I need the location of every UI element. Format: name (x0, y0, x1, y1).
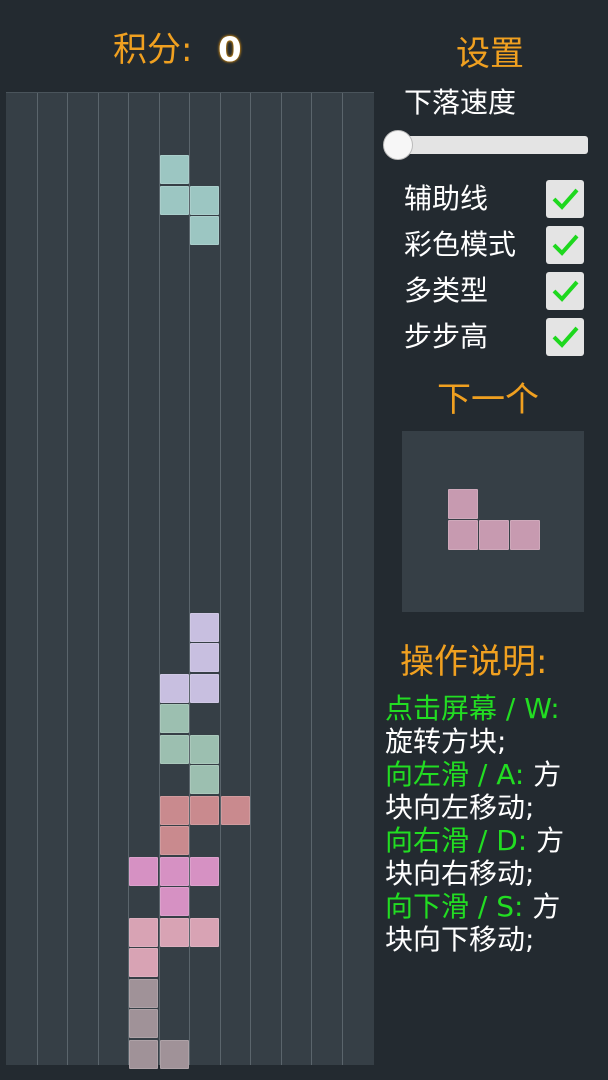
help-text: 块向右移动; (385, 857, 535, 890)
speed-slider-thumb[interactable] (383, 130, 413, 160)
stacked-block (190, 643, 219, 672)
stacked-block (129, 857, 158, 886)
checkmark-icon (552, 280, 579, 302)
stacked-block (129, 979, 158, 1008)
stacked-block (160, 887, 189, 916)
stacked-block (160, 735, 189, 764)
stacked-block (190, 674, 219, 703)
score-label: 积分: (113, 30, 193, 70)
score-value: 0 (218, 30, 242, 70)
next-piece-block (448, 489, 478, 519)
option-step-up-label: 步步高 (404, 320, 489, 353)
option-multi-type-checkbox[interactable] (546, 272, 584, 310)
next-piece-block (479, 520, 509, 550)
help-key: 向左滑 / A: (385, 758, 525, 791)
stacked-block (160, 918, 189, 947)
option-guide-lines-checkbox[interactable] (546, 180, 584, 218)
guide-line (98, 93, 99, 1065)
checkmark-icon (552, 188, 579, 210)
help-text: 块向下移动; (385, 923, 535, 956)
stacked-block (160, 1040, 189, 1069)
option-color-mode-checkbox[interactable] (546, 226, 584, 264)
next-piece-title: 下一个 (437, 380, 539, 420)
stacked-block (190, 765, 219, 794)
checkmark-icon (552, 326, 579, 348)
next-piece-block (448, 520, 478, 550)
checkmark-icon (552, 234, 579, 256)
speed-slider[interactable] (398, 136, 588, 154)
stacked-block (160, 674, 189, 703)
help-line: 向下滑 / S: 方 (385, 890, 600, 923)
help-key: 向下滑 / S: (385, 890, 524, 923)
stacked-block (221, 796, 250, 825)
guide-line (220, 93, 221, 1065)
stacked-block (190, 857, 219, 886)
stacked-block (190, 735, 219, 764)
guide-line (281, 93, 282, 1065)
stacked-block (190, 918, 219, 947)
game-board[interactable] (6, 92, 374, 1069)
stacked-block (129, 1009, 158, 1038)
stacked-block (160, 857, 189, 886)
settings-title: 设置 (456, 34, 524, 74)
help-text: 方 (523, 890, 561, 923)
help-text: 块向左移动; (385, 791, 535, 824)
falling-block (190, 216, 219, 245)
stacked-block (129, 918, 158, 947)
help-text: 旋转方块; (385, 725, 507, 758)
help-line: 点击屏幕 / W: (385, 692, 600, 725)
stacked-block (129, 948, 158, 977)
guide-line (67, 93, 68, 1065)
help-title: 操作说明: (400, 642, 548, 682)
falling-block (190, 186, 219, 215)
help-key: 向右滑 / D: (385, 824, 528, 857)
falling-block (160, 155, 189, 184)
help-line: 块向左移动; (385, 791, 600, 824)
option-guide-lines-label: 辅助线 (404, 182, 489, 215)
speed-label: 下落速度 (404, 86, 517, 119)
stacked-block (160, 796, 189, 825)
guide-line (37, 93, 38, 1065)
guide-line (311, 93, 312, 1065)
help-line: 块向右移动; (385, 857, 600, 890)
option-step-up-checkbox[interactable] (546, 318, 584, 356)
help-line: 向左滑 / A: 方 (385, 758, 600, 791)
help-line: 向右滑 / D: 方 (385, 824, 600, 857)
guide-line (342, 93, 343, 1065)
help-text: 方 (527, 824, 565, 857)
stacked-block (129, 1040, 158, 1069)
help-line: 旋转方块; (385, 725, 600, 758)
stacked-block (190, 613, 219, 642)
guide-line (250, 93, 251, 1065)
help-text: 方 (524, 758, 562, 791)
stacked-block (160, 826, 189, 855)
next-piece-block (510, 520, 540, 550)
option-multi-type-label: 多类型 (404, 274, 489, 307)
stacked-block (160, 704, 189, 733)
help-key: 点击屏幕 / W: (385, 692, 560, 725)
help-instructions: 点击屏幕 / W: 旋转方块; 向左滑 / A: 方 块向左移动; 向右滑 / … (385, 692, 600, 956)
help-line: 块向下移动; (385, 923, 600, 956)
option-color-mode-label: 彩色模式 (404, 228, 517, 261)
falling-block (160, 186, 189, 215)
next-piece-preview (402, 431, 584, 612)
stacked-block (190, 796, 219, 825)
